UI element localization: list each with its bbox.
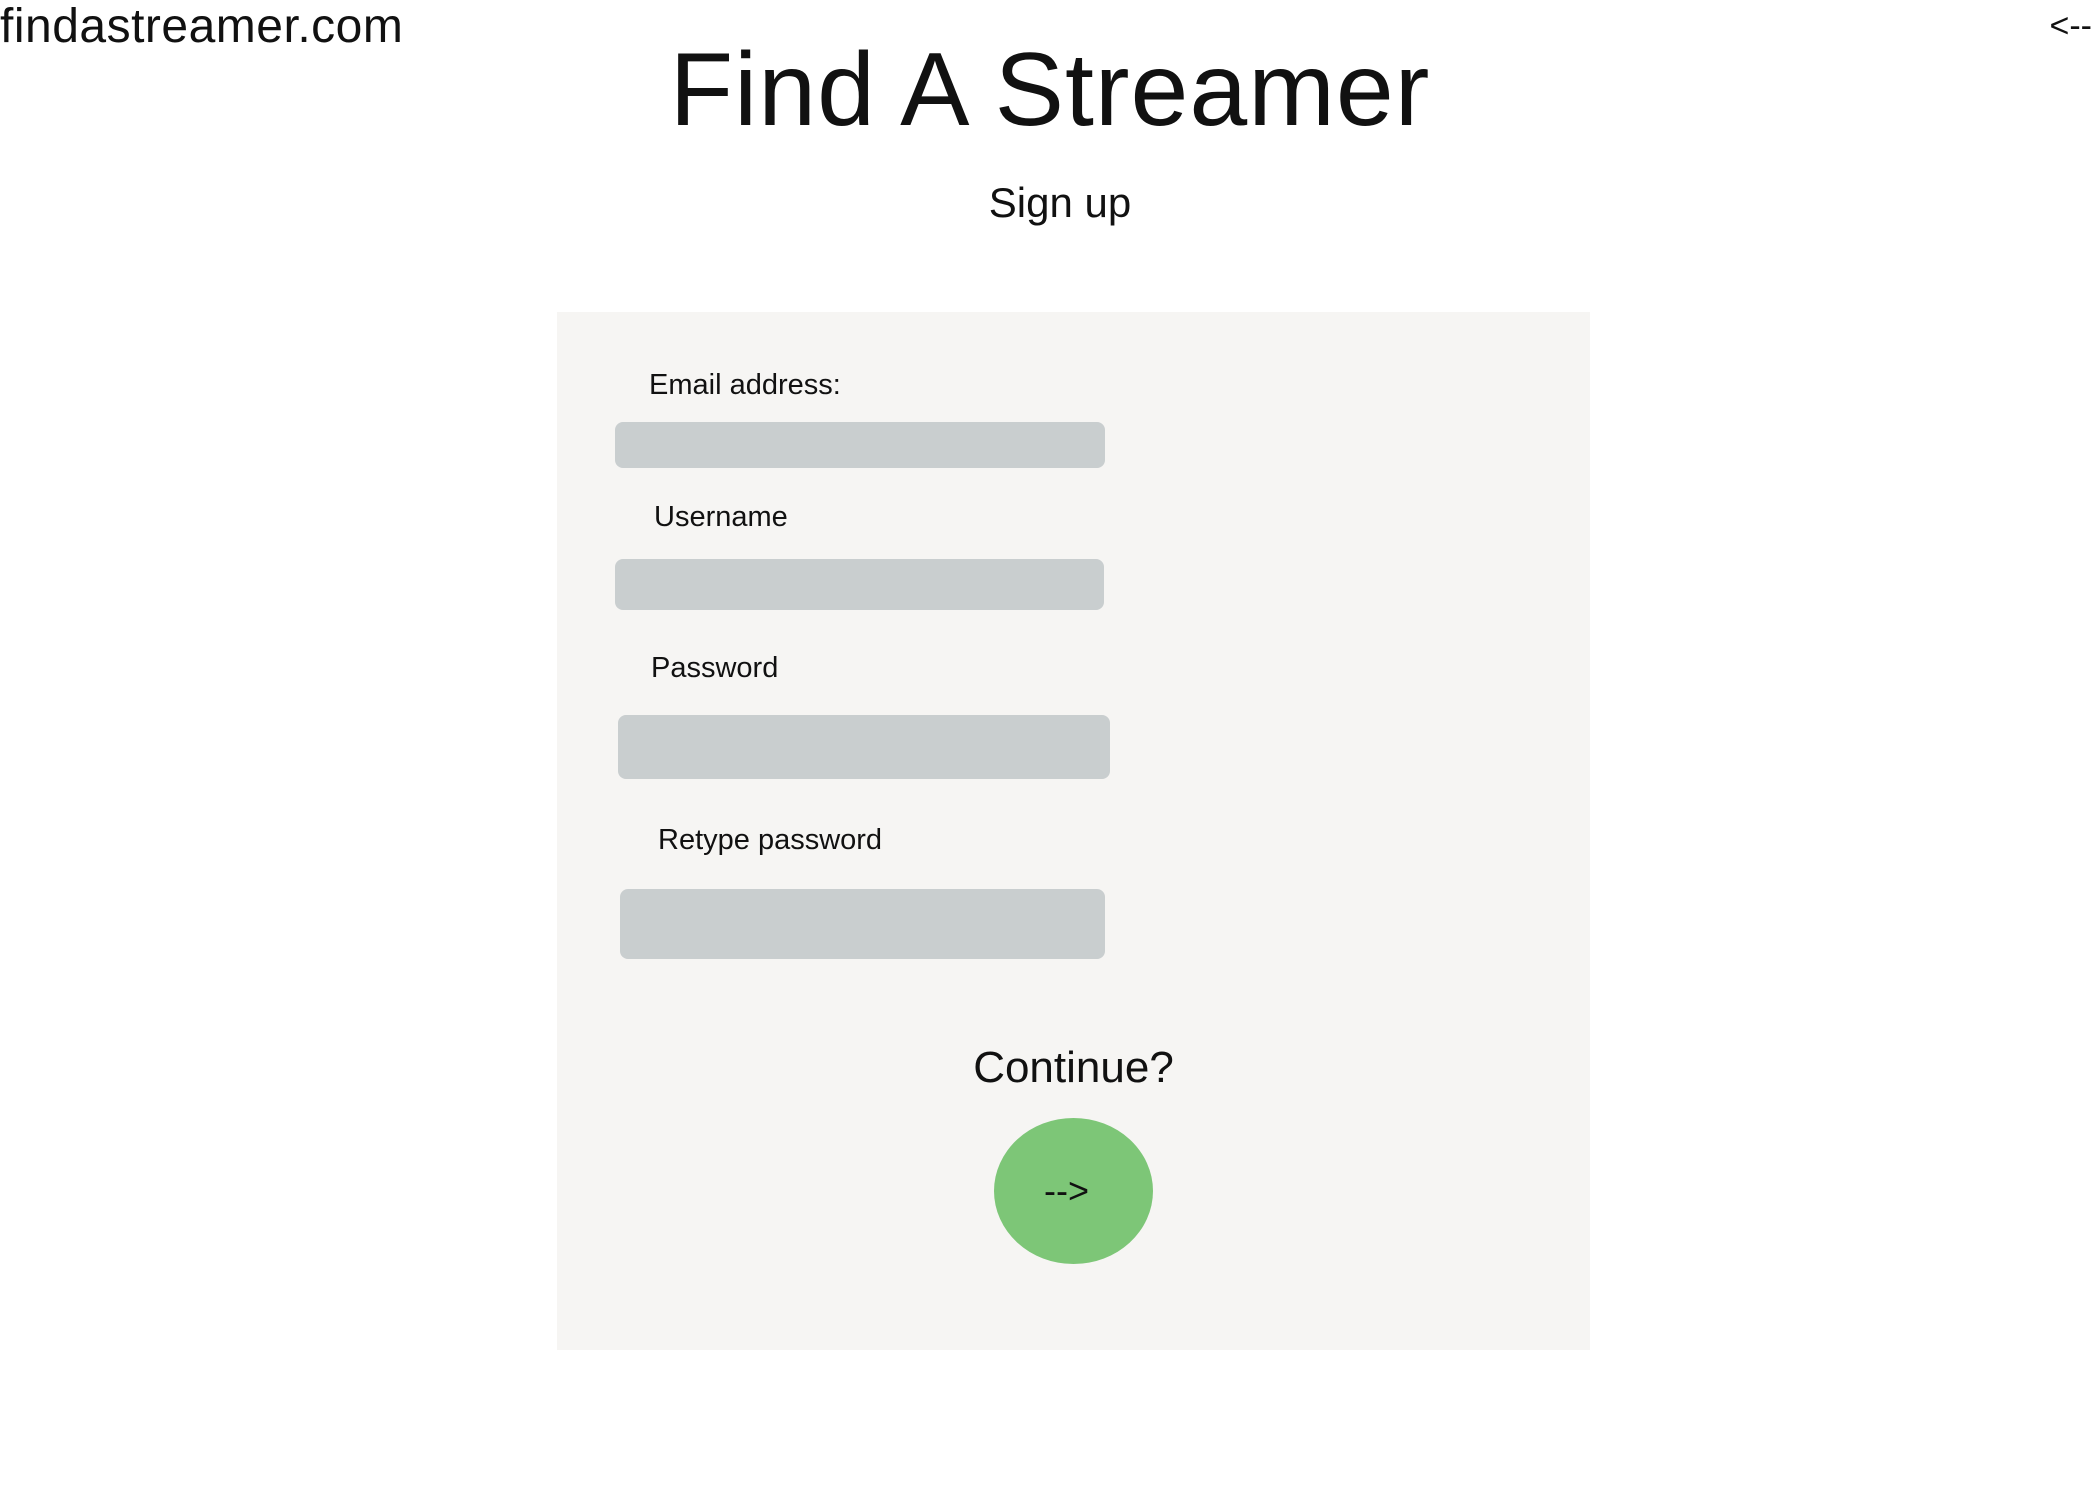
page-title: Find A Streamer bbox=[669, 32, 1431, 148]
username-field[interactable] bbox=[615, 559, 1104, 610]
password-field[interactable] bbox=[618, 715, 1110, 779]
continue-prompt: Continue? bbox=[973, 1043, 1174, 1092]
continue-button[interactable]: --> bbox=[994, 1118, 1153, 1264]
email-field[interactable] bbox=[615, 422, 1105, 468]
page-subtitle: Sign up bbox=[988, 179, 1132, 226]
email-label: Email address: bbox=[649, 369, 841, 401]
signup-form: Email address: Username Password Retype … bbox=[557, 312, 1590, 1350]
retype-password-field[interactable] bbox=[620, 889, 1105, 959]
password-label: Password bbox=[651, 652, 779, 684]
username-label: Username bbox=[654, 501, 788, 533]
retype-password-label: Retype password bbox=[658, 824, 883, 856]
continue-arrow-icon: --> bbox=[1044, 1170, 1089, 1211]
